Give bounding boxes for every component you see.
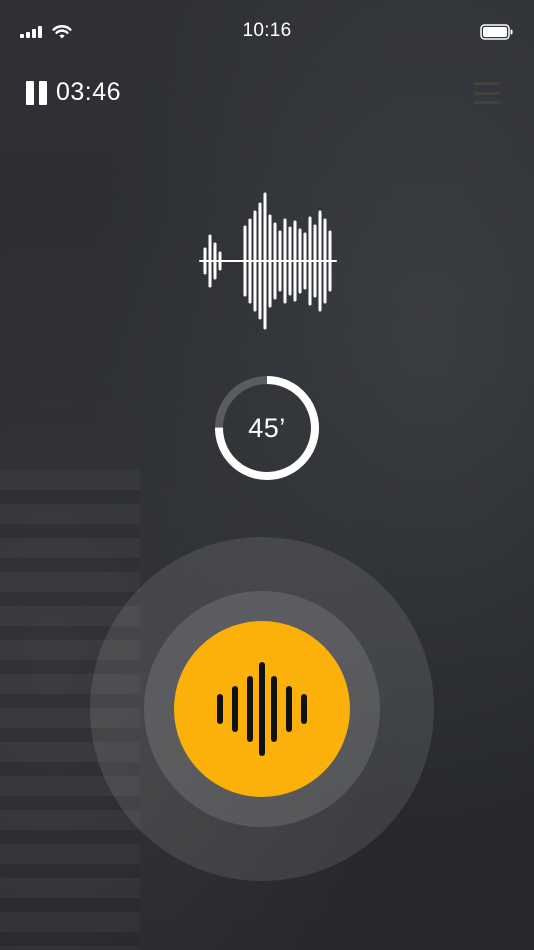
- record-button[interactable]: [174, 621, 350, 797]
- menu-icon[interactable]: [474, 82, 500, 104]
- countdown-label: 45’: [248, 412, 286, 443]
- battery-icon: [480, 24, 513, 40]
- pause-timer-control[interactable]: 03:46: [26, 78, 121, 107]
- status-time: 10:16: [242, 20, 292, 41]
- sound-waveform-icon: [199, 192, 337, 330]
- sound-bars-icon: [217, 662, 307, 756]
- status-bar: 10:16: [0, 0, 534, 64]
- elapsed-time: 03:46: [56, 78, 122, 106]
- pause-icon[interactable]: [26, 80, 47, 105]
